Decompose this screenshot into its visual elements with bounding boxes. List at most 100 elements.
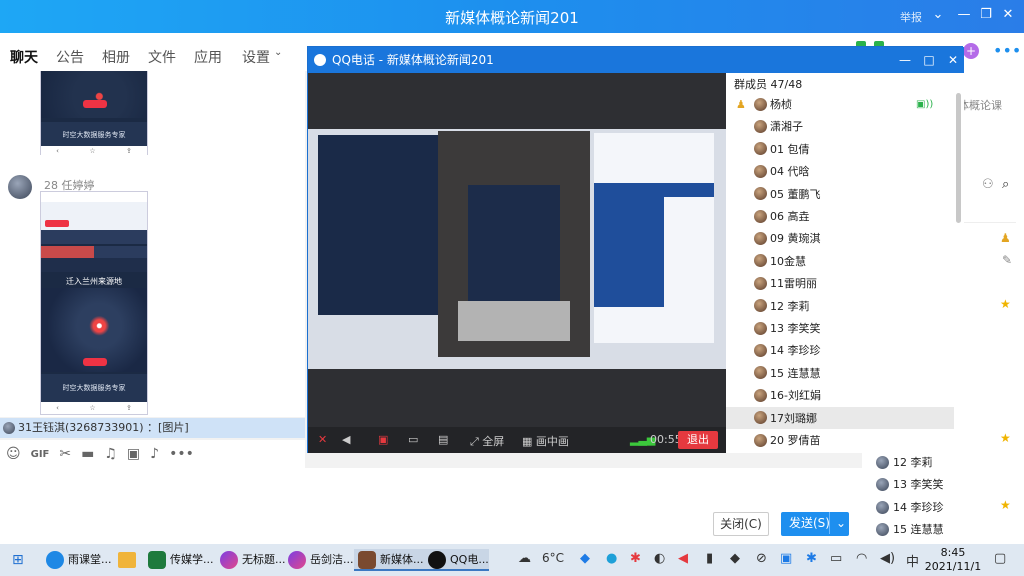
red-button — [83, 358, 107, 366]
minimize-icon[interactable]: — — [954, 7, 974, 22]
wifi-icon[interactable]: ◠ — [856, 551, 867, 566]
taskbar-app[interactable]: 新媒体... — [354, 549, 424, 571]
add-icon[interactable]: + — [963, 43, 979, 59]
taskbar-app[interactable]: 岳剑洁... — [284, 549, 354, 571]
tray-icon[interactable]: ✱ — [630, 551, 641, 566]
avatar — [3, 422, 15, 434]
member-name: 16-刘红娟 — [770, 389, 821, 403]
member-row[interactable]: 09 黄琬淇 — [726, 227, 954, 249]
folder-icon[interactable] — [118, 552, 136, 568]
pip-icon[interactable]: ▦ 画中画 — [522, 433, 569, 449]
windows-start-icon[interactable]: ⊞ — [12, 552, 24, 568]
tab-files[interactable]: 文件 — [148, 47, 176, 67]
chevron-down-icon[interactable]: ⌄ — [829, 512, 846, 534]
image-message[interactable]: 时空大数据服务专家 ‹ ☆ ⇪ — [40, 71, 148, 156]
bell-icon[interactable]: ♪ — [150, 446, 159, 462]
gif-icon[interactable]: GIF — [31, 449, 50, 460]
tab-chat[interactable]: 聊天 — [10, 47, 38, 67]
member-row[interactable]: 20 罗倩苗 — [726, 429, 954, 451]
member-row[interactable]: 05 董鹏飞 — [726, 183, 954, 205]
scrollbar[interactable] — [956, 93, 961, 223]
folder-icon[interactable]: ▬ — [81, 446, 94, 462]
tray-icon[interactable]: ▣ — [780, 551, 792, 566]
restore-icon[interactable]: ❐ — [976, 7, 996, 22]
close-button[interactable]: 关闭(C) — [713, 512, 769, 536]
member-row[interactable]: 11雷明丽 — [726, 272, 954, 294]
minimize-icon[interactable]: — — [896, 47, 914, 73]
message-input[interactable]: 关闭(C) 发送(S) ⌄ — [0, 468, 862, 544]
member-item[interactable]: 12 李莉 — [876, 454, 933, 470]
tray-icon[interactable]: ◀ — [678, 551, 688, 566]
member-item[interactable]: 13 李笑笑 — [876, 476, 944, 492]
emoji-icon[interactable]: ☺ — [6, 446, 21, 462]
exit-call-button[interactable]: 退出 — [678, 431, 718, 449]
star-icon: ★ — [1000, 498, 1011, 512]
card-footer: 时空大数据服务专家 — [41, 374, 147, 402]
send-button[interactable]: 发送(S) ⌄ — [781, 512, 849, 536]
ime-indicator[interactable]: 中 — [906, 551, 919, 570]
more-icon[interactable]: ••• — [169, 446, 194, 462]
scissors-icon[interactable]: ✂ — [59, 446, 71, 462]
close-icon[interactable]: ✕ — [944, 47, 962, 73]
tray-icon[interactable]: ● — [606, 551, 617, 566]
member-row[interactable]: 潇湘子 — [726, 115, 954, 137]
member-row[interactable]: 04 代晗 — [726, 160, 954, 182]
member-row[interactable]: 10金慧 — [726, 250, 954, 272]
maximize-icon[interactable]: □ — [920, 47, 938, 73]
battery-icon[interactable]: ▭ — [830, 551, 842, 566]
fullscreen-icon[interactable]: ⤢ 全屏 — [470, 433, 504, 449]
new-message-notice[interactable]: 31王钰淇(3268733901) ：[图片] — [0, 418, 305, 438]
shield-icon[interactable]: ◆ — [730, 551, 740, 566]
notification-icon[interactable]: ▢ — [994, 551, 1006, 566]
add-member-icon[interactable]: ⚇ — [982, 177, 994, 192]
taskbar-app[interactable]: 雨课堂... — [42, 549, 112, 571]
camera-off-icon[interactable]: ▣ — [378, 433, 388, 446]
member-row[interactable]: 12 李莉 — [726, 295, 954, 317]
volume-icon[interactable]: ◀) — [880, 551, 895, 566]
avatar — [754, 366, 767, 380]
mic-muted-icon[interactable]: ✕ — [318, 433, 327, 446]
chevron-down-icon[interactable]: ⌄ — [928, 7, 948, 22]
member-row[interactable]: 17刘璐娜 — [726, 406, 954, 429]
tab-announcement[interactable]: 公告 — [56, 47, 84, 67]
close-icon[interactable]: ✕ — [998, 7, 1018, 22]
tray-icon[interactable]: ◐ — [654, 551, 665, 566]
screen-share-icon[interactable]: ▭ — [408, 433, 418, 446]
member-row[interactable]: 15 连慧慧 — [726, 362, 954, 384]
member-row[interactable]: 16-刘红娟 — [726, 384, 954, 406]
edit-icon[interactable]: ✎ — [1002, 253, 1012, 267]
shared-screen-video[interactable] — [308, 73, 726, 427]
taskbar-app[interactable]: 传媒学... — [144, 549, 214, 571]
image-icon[interactable]: ▣ — [127, 446, 140, 462]
report-link[interactable]: 举报 — [900, 9, 922, 25]
avatar — [754, 388, 767, 402]
taskbar-app[interactable]: QQ电... — [424, 549, 489, 571]
taskbar-app[interactable]: 无标题... — [216, 549, 286, 571]
mic-icon[interactable]: ▮ — [706, 551, 713, 566]
phone-tabs — [41, 246, 147, 258]
member-row[interactable]: 杨桢 ♟ ▣)) — [726, 93, 954, 115]
window-title: 新媒体概论新闻201 — [445, 9, 579, 27]
tab-apps[interactable]: 应用 — [194, 47, 222, 67]
speaker-icon[interactable]: ◀ — [342, 433, 350, 446]
tab-settings[interactable]: 设置 — [242, 47, 270, 67]
avatar[interactable] — [8, 175, 32, 199]
member-row[interactable]: 14 李珍珍 — [726, 339, 954, 361]
member-item[interactable]: 14 李珍珍 — [876, 499, 944, 515]
member-row[interactable]: 13 李笑笑 — [726, 317, 954, 339]
member-row[interactable]: 01 包倩 — [726, 138, 954, 160]
member-item[interactable]: 15 连慧慧 — [876, 521, 944, 537]
image-message[interactable]: 迁入兰州来源地 时空大数据服务专家 ‹ ☆ ⇪ — [40, 191, 148, 415]
chevron-down-icon[interactable]: ⌄ — [274, 47, 282, 58]
music-icon[interactable]: ♫ — [104, 446, 117, 462]
weather-icon[interactable]: ☁ — [518, 551, 531, 566]
bluetooth-icon[interactable]: ✱ — [806, 551, 817, 566]
more-icon[interactable]: ••• — [993, 41, 1021, 60]
member-row[interactable]: 06 高垚 — [726, 205, 954, 227]
tray-icon[interactable]: ◆ — [580, 551, 590, 566]
network-off-icon[interactable]: ⊘ — [756, 551, 767, 566]
presentation-icon[interactable]: ▤ — [438, 433, 448, 446]
search-icon[interactable]: ⌕ — [1002, 177, 1009, 192]
clock[interactable]: 8:45 2021/11/1 — [922, 546, 984, 574]
tab-album[interactable]: 相册 — [102, 47, 130, 67]
